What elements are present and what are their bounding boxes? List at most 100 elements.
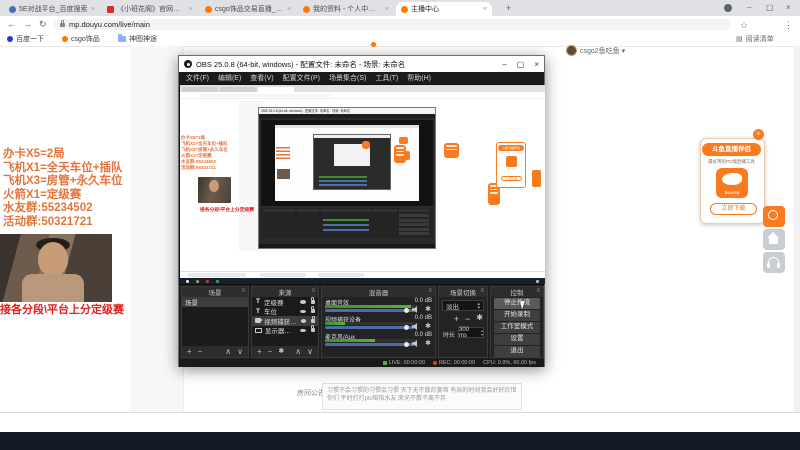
announcement-textarea[interactable]: 习惯不会习惯的习惯会习惯 天下无不散的宴席 有局的时间我会好好珍惜 你们 平时打…: [322, 383, 522, 410]
source-down-button[interactable]: ∨: [307, 347, 313, 356]
menu-file[interactable]: 文件(F): [186, 73, 209, 83]
scene-down-button[interactable]: ∨: [237, 347, 243, 356]
exit-button[interactable]: 退出: [494, 346, 540, 357]
card-title: 斗鱼直播伴侣: [702, 143, 761, 156]
volume-slider[interactable]: [325, 341, 415, 347]
menu-scene-collection[interactable]: 场景集合(S): [329, 73, 366, 83]
menu-view[interactable]: 查看(V): [250, 73, 273, 83]
lock-icon[interactable]: [310, 325, 315, 333]
visibility-eye-icon[interactable]: [299, 300, 306, 304]
browser-tab-3[interactable]: csgo饰品交易直播_CS:GO直播 ×: [200, 2, 296, 16]
desktop: 5E对战平台_百度搜索 × 《小班花阁》官网——一起开服 × csgo饰品交易直…: [0, 0, 800, 450]
browser-tab-2[interactable]: 《小班花阁》官网——一起开服 ×: [102, 2, 198, 16]
volume-slider[interactable]: [325, 324, 415, 330]
source-properties-icon[interactable]: ✱: [278, 348, 284, 355]
visibility-eye-icon[interactable]: [299, 328, 306, 332]
start-recording-button[interactable]: 开始录制: [494, 310, 540, 321]
tab-close-icon[interactable]: ×: [385, 6, 389, 13]
card-close-button[interactable]: ×: [753, 129, 764, 140]
bookmark-folder[interactable]: 神图神途: [118, 34, 157, 44]
obs-maximize-button[interactable]: ▢: [517, 60, 525, 69]
remove-source-button[interactable]: −: [268, 347, 273, 356]
source-up-button[interactable]: ∧: [295, 347, 301, 356]
text-source-icon: T: [256, 298, 260, 306]
reading-list-icon: ▤: [736, 36, 743, 43]
forward-icon[interactable]: →: [23, 19, 32, 29]
profile-dot-icon[interactable]: [724, 4, 732, 12]
douyu-companion-card: 斗鱼直播伴侣 最好用的PC端直播工具 DOUYU 立即下载: [700, 138, 765, 224]
reload-icon[interactable]: ↻: [39, 19, 47, 30]
source-item[interactable]: T 车位: [252, 306, 318, 316]
source-item[interactable]: T 定级赛: [252, 296, 318, 307]
controls-title: 控制: [510, 290, 524, 297]
mixer-gear-icon[interactable]: ✱: [425, 323, 431, 330]
bookmark-csgo[interactable]: csgo饰品: [62, 34, 100, 44]
volume-meter: [325, 305, 415, 308]
mixer-gear-icon[interactable]: ✱: [425, 340, 431, 347]
tab-label: csgo饰品交易直播_CS:GO直播: [215, 6, 284, 13]
volume-meter: [325, 322, 415, 325]
tab-favicon: [9, 5, 16, 13]
lock-icon[interactable]: [310, 306, 315, 314]
transition-select[interactable]: 淡出 ▴ ▾: [442, 300, 484, 311]
window-minimize-button[interactable]: –: [747, 3, 751, 12]
stop-streaming-button[interactable]: 停止推流: [494, 298, 540, 309]
window-close-button[interactable]: ×: [786, 3, 791, 12]
add-scene-button[interactable]: +: [187, 347, 192, 356]
live-tool-button[interactable]: [763, 206, 785, 227]
menu-edit[interactable]: 编辑(E): [218, 73, 241, 83]
new-tab-button[interactable]: +: [506, 3, 511, 13]
dock-icon: ≡: [480, 288, 484, 294]
bookmark-favicon: [62, 36, 68, 42]
visibility-eye-icon[interactable]: [299, 309, 306, 313]
tab-close-icon[interactable]: ×: [287, 6, 291, 13]
source-item[interactable]: 显示器捕获: [252, 325, 318, 335]
menu-help[interactable]: 帮助(H): [407, 73, 431, 83]
browser-tab-4[interactable]: 我的资料 - 个人中心 - 斗鱼 ×: [298, 2, 394, 16]
card-subtitle: 最好用的PC端直播工具: [708, 159, 755, 164]
menu-profile[interactable]: 配置文件(P): [283, 73, 320, 83]
sources-toolbar: + − ✱ ∧ ∨: [252, 346, 318, 357]
add-source-button[interactable]: +: [257, 347, 262, 356]
studio-mode-button[interactable]: 工作室模式: [494, 322, 540, 333]
settings-button[interactable]: 设置: [494, 334, 540, 345]
remove-scene-button[interactable]: −: [198, 347, 203, 356]
tab-close-icon[interactable]: ×: [91, 6, 95, 13]
obs-close-button[interactable]: ×: [534, 60, 539, 69]
remove-transition-button[interactable]: −: [465, 314, 470, 324]
window-maximize-button[interactable]: ▢: [766, 3, 774, 12]
bookmark-baidu[interactable]: 百度一下: [7, 34, 44, 44]
page-scrollbar[interactable]: [794, 46, 800, 412]
bookmark-star-icon[interactable]: ☆: [740, 20, 748, 31]
add-transition-button[interactable]: +: [454, 314, 459, 324]
source-item-selected[interactable]: 视频捕获设备: [252, 315, 318, 326]
home-button[interactable]: [763, 229, 785, 250]
duration-spinner[interactable]: 300 ms ▴ ▾: [458, 327, 484, 339]
download-now-button[interactable]: 立即下载: [710, 203, 757, 215]
obs-minimize-button[interactable]: –: [502, 60, 506, 69]
lock-icon[interactable]: [310, 296, 315, 304]
visibility-eye-icon[interactable]: [300, 319, 307, 323]
lock-icon[interactable]: [311, 315, 316, 323]
transition-gear-icon[interactable]: ✱: [476, 314, 483, 324]
browser-tab-1[interactable]: 5E对战平台_百度搜索 ×: [4, 2, 100, 16]
account-widget[interactable]: csgo2鱼吃鱼 ▾: [566, 45, 625, 56]
bookmark-label: csgo饰品: [71, 36, 100, 43]
volume-slider[interactable]: [325, 307, 415, 313]
scene-up-button[interactable]: ∧: [225, 347, 231, 356]
back-icon[interactable]: ←: [7, 19, 16, 29]
mixer-gear-icon[interactable]: ✱: [425, 306, 431, 313]
scene-item[interactable]: 场景: [182, 297, 248, 307]
tab-close-icon[interactable]: ×: [189, 6, 193, 13]
reading-list-button[interactable]: ▤ 阅读清单: [736, 34, 774, 44]
support-button[interactable]: [763, 252, 785, 273]
tab-close-icon[interactable]: ×: [483, 6, 487, 13]
menu-kebab-icon[interactable]: ⋮: [784, 20, 793, 31]
browser-tab-active[interactable]: 主播中心 ×: [396, 2, 492, 16]
fish-icon: [722, 173, 742, 185]
obs-preview[interactable]: 办卡X5=2局 飞机X1=全天车位+插队 飞机X3=房管+永久车位 火箭X1=定…: [179, 84, 545, 285]
menu-tools[interactable]: 工具(T): [375, 73, 398, 83]
scenes-title: 场景: [208, 290, 222, 297]
address-bar[interactable]: mp.douyu.com/live/main: [54, 18, 730, 30]
obs-titlebar[interactable]: OBS 25.0.8 (64-bit, windows) - 配置文件: 未命名…: [179, 56, 544, 72]
